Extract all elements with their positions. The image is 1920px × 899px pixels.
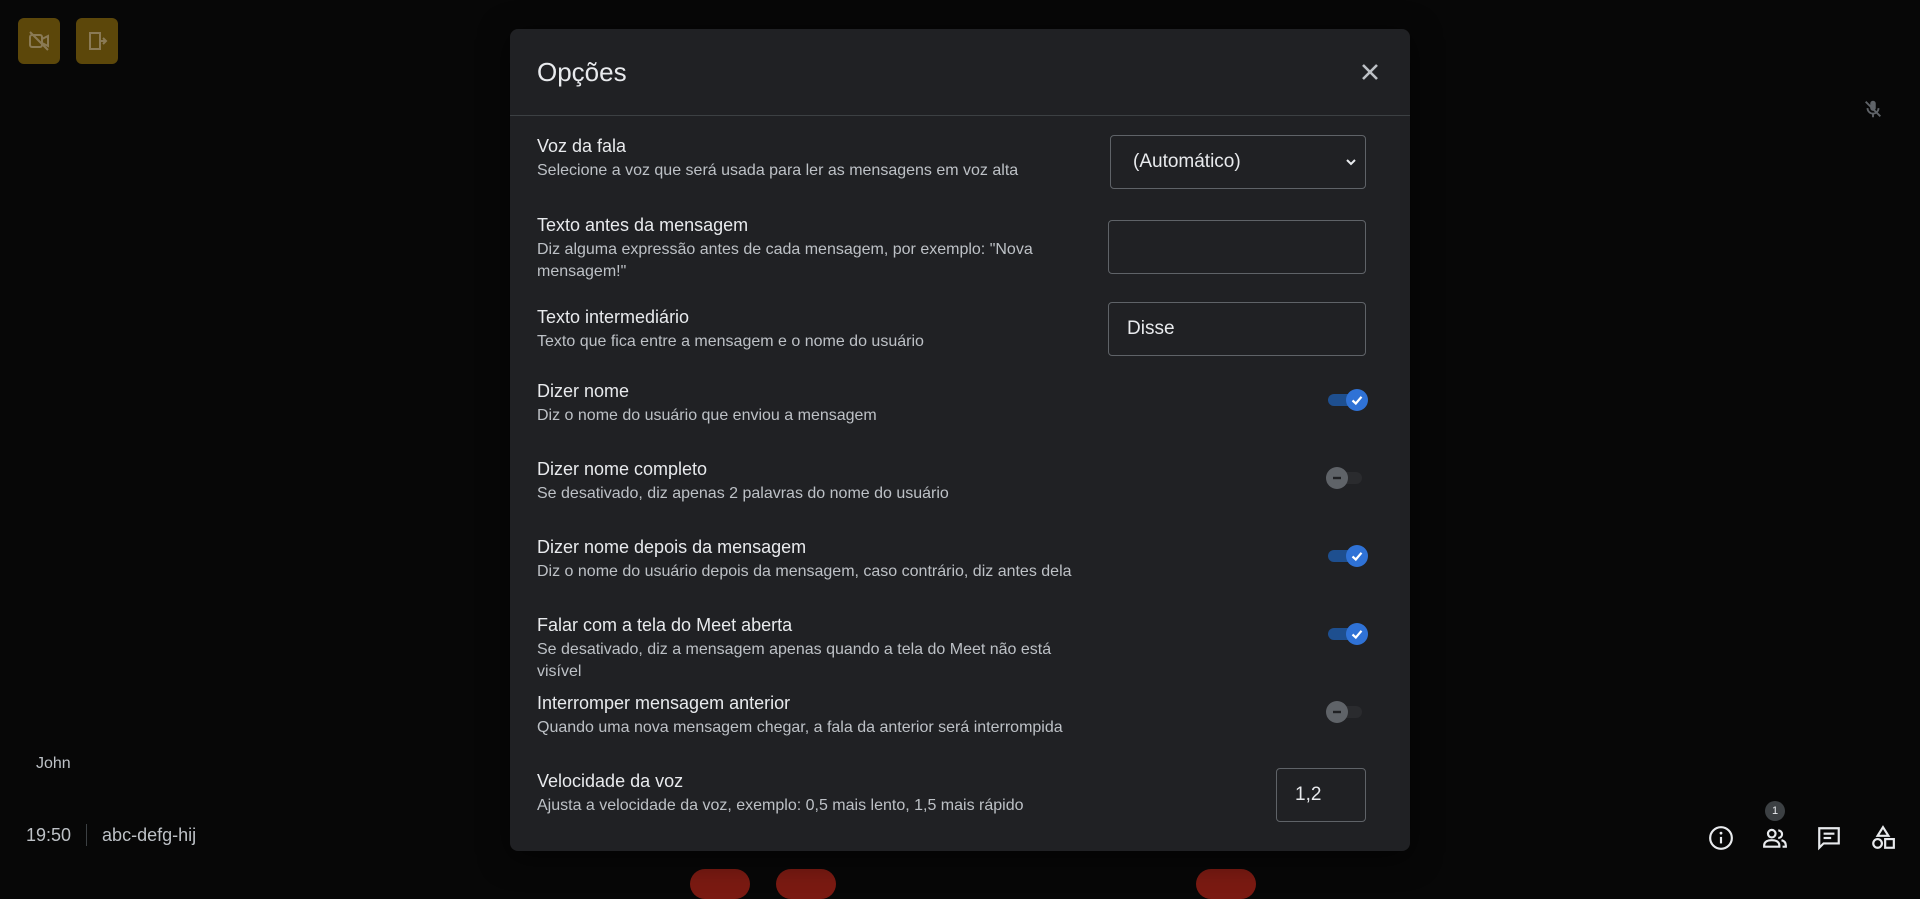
close-button[interactable] [1357, 59, 1383, 85]
option-voice-speed: Velocidade da voz Ajusta a velocidade da… [537, 768, 1366, 822]
option-description: Texto que fica entre a mensagem e o nome… [537, 333, 924, 350]
meeting-details-button[interactable] [1706, 823, 1736, 853]
activities-button[interactable] [1868, 823, 1898, 853]
exit-door-icon [89, 32, 108, 50]
toggle-thumb [1326, 701, 1348, 723]
chevron-down-icon [1346, 159, 1356, 166]
speak-meet-open-toggle[interactable] [1326, 622, 1368, 645]
option-label: Texto antes da mensagem [537, 215, 749, 235]
option-description: Se desativado, diz a mensagem apenas qua… [537, 641, 1052, 680]
option-label: Velocidade da voz [537, 771, 684, 791]
dash-icon [1333, 476, 1341, 480]
participant-name: John [36, 755, 71, 772]
option-say-name: Dizer nome Diz o nome do usuário que env… [537, 380, 1368, 427]
leave-button[interactable] [76, 18, 118, 64]
people-icon [1763, 828, 1787, 848]
option-interrupt-previous: Interromper mensagem anterior Quando uma… [537, 692, 1366, 739]
option-label: Dizer nome completo [537, 459, 708, 479]
say-full-name-toggle[interactable] [1326, 466, 1366, 489]
option-description: Se desativado, diz apenas 2 palavras do … [537, 485, 949, 502]
check-icon [1351, 630, 1363, 640]
activities-icon [1872, 825, 1895, 849]
say-name-toggle[interactable] [1326, 388, 1368, 411]
text-before-input[interactable] [1108, 220, 1366, 274]
voice-select[interactable]: (Automático) [1110, 135, 1366, 189]
voice-speed-input[interactable] [1276, 768, 1366, 822]
interrupt-previous-toggle[interactable] [1326, 700, 1366, 723]
control-button-partial[interactable] [776, 869, 836, 899]
chat-icon [1818, 827, 1840, 851]
close-icon [1362, 64, 1378, 80]
camera-off-button[interactable] [18, 18, 60, 64]
option-label: Texto intermediário [537, 307, 690, 327]
option-description: Ajusta a velocidade da voz, exemplo: 0,5… [537, 797, 1024, 814]
name-after-toggle[interactable] [1326, 544, 1368, 567]
option-name-after: Dizer nome depois da mensagem Diz o nome… [537, 536, 1368, 583]
people-count-badge: 1 [1765, 801, 1785, 821]
info-icon [1709, 826, 1733, 850]
option-text-between: Texto intermediário Texto que fica entre… [537, 302, 1366, 356]
toggle-thumb [1346, 545, 1368, 567]
hang-up-button-partial[interactable] [1196, 869, 1256, 899]
meeting-info: 19:50 abc-defg-hij [26, 824, 196, 846]
option-description: Diz o nome do usuário depois da mensagem… [537, 563, 1072, 580]
option-text-before: Texto antes da mensagem Diz alguma expre… [537, 214, 1366, 283]
control-button-partial[interactable] [690, 869, 750, 899]
option-voice: Voz da fala Selecione a voz que será usa… [537, 135, 1366, 189]
option-label: Falar com a tela do Meet aberta [537, 615, 793, 635]
check-icon [1351, 552, 1363, 562]
text-between-input[interactable] [1108, 302, 1366, 356]
meeting-time: 19:50 [26, 824, 72, 845]
people-button[interactable]: 1 [1760, 801, 1790, 853]
option-label: Interromper mensagem anterior [537, 693, 791, 713]
toggle-thumb [1346, 623, 1368, 645]
dialog-header: Opções [510, 29, 1410, 116]
option-speak-meet-open: Falar com a tela do Meet aberta Se desat… [537, 614, 1368, 683]
chat-button[interactable] [1814, 823, 1844, 853]
option-description: Diz o nome do usuário que enviou a mensa… [537, 407, 877, 424]
options-dialog: Opções Voz da fala Selecione a voz que s… [510, 29, 1410, 851]
option-label: Dizer nome [537, 381, 630, 401]
option-say-full-name: Dizer nome completo Se desativado, diz a… [537, 458, 1366, 505]
toggle-thumb [1326, 467, 1348, 489]
dialog-title: Opções [537, 56, 627, 87]
option-description: Selecione a voz que será usada para ler … [537, 162, 1019, 179]
meeting-code: abc-defg-hij [102, 824, 197, 845]
check-icon [1351, 396, 1363, 406]
voice-select-value: (Automático) [1133, 151, 1241, 172]
option-description: Quando uma nova mensagem chegar, a fala … [537, 719, 1063, 736]
option-label: Dizer nome depois da mensagem [537, 537, 807, 557]
option-label: Voz da fala [537, 136, 627, 156]
mic-off-icon [1865, 100, 1881, 118]
divider [86, 824, 88, 846]
video-off-icon [29, 31, 49, 51]
dash-icon [1333, 710, 1341, 714]
toggle-thumb [1346, 389, 1368, 411]
bottom-right-controls: 1 [1706, 801, 1898, 853]
option-description: Diz alguma expressão antes de cada mensa… [537, 241, 1033, 280]
